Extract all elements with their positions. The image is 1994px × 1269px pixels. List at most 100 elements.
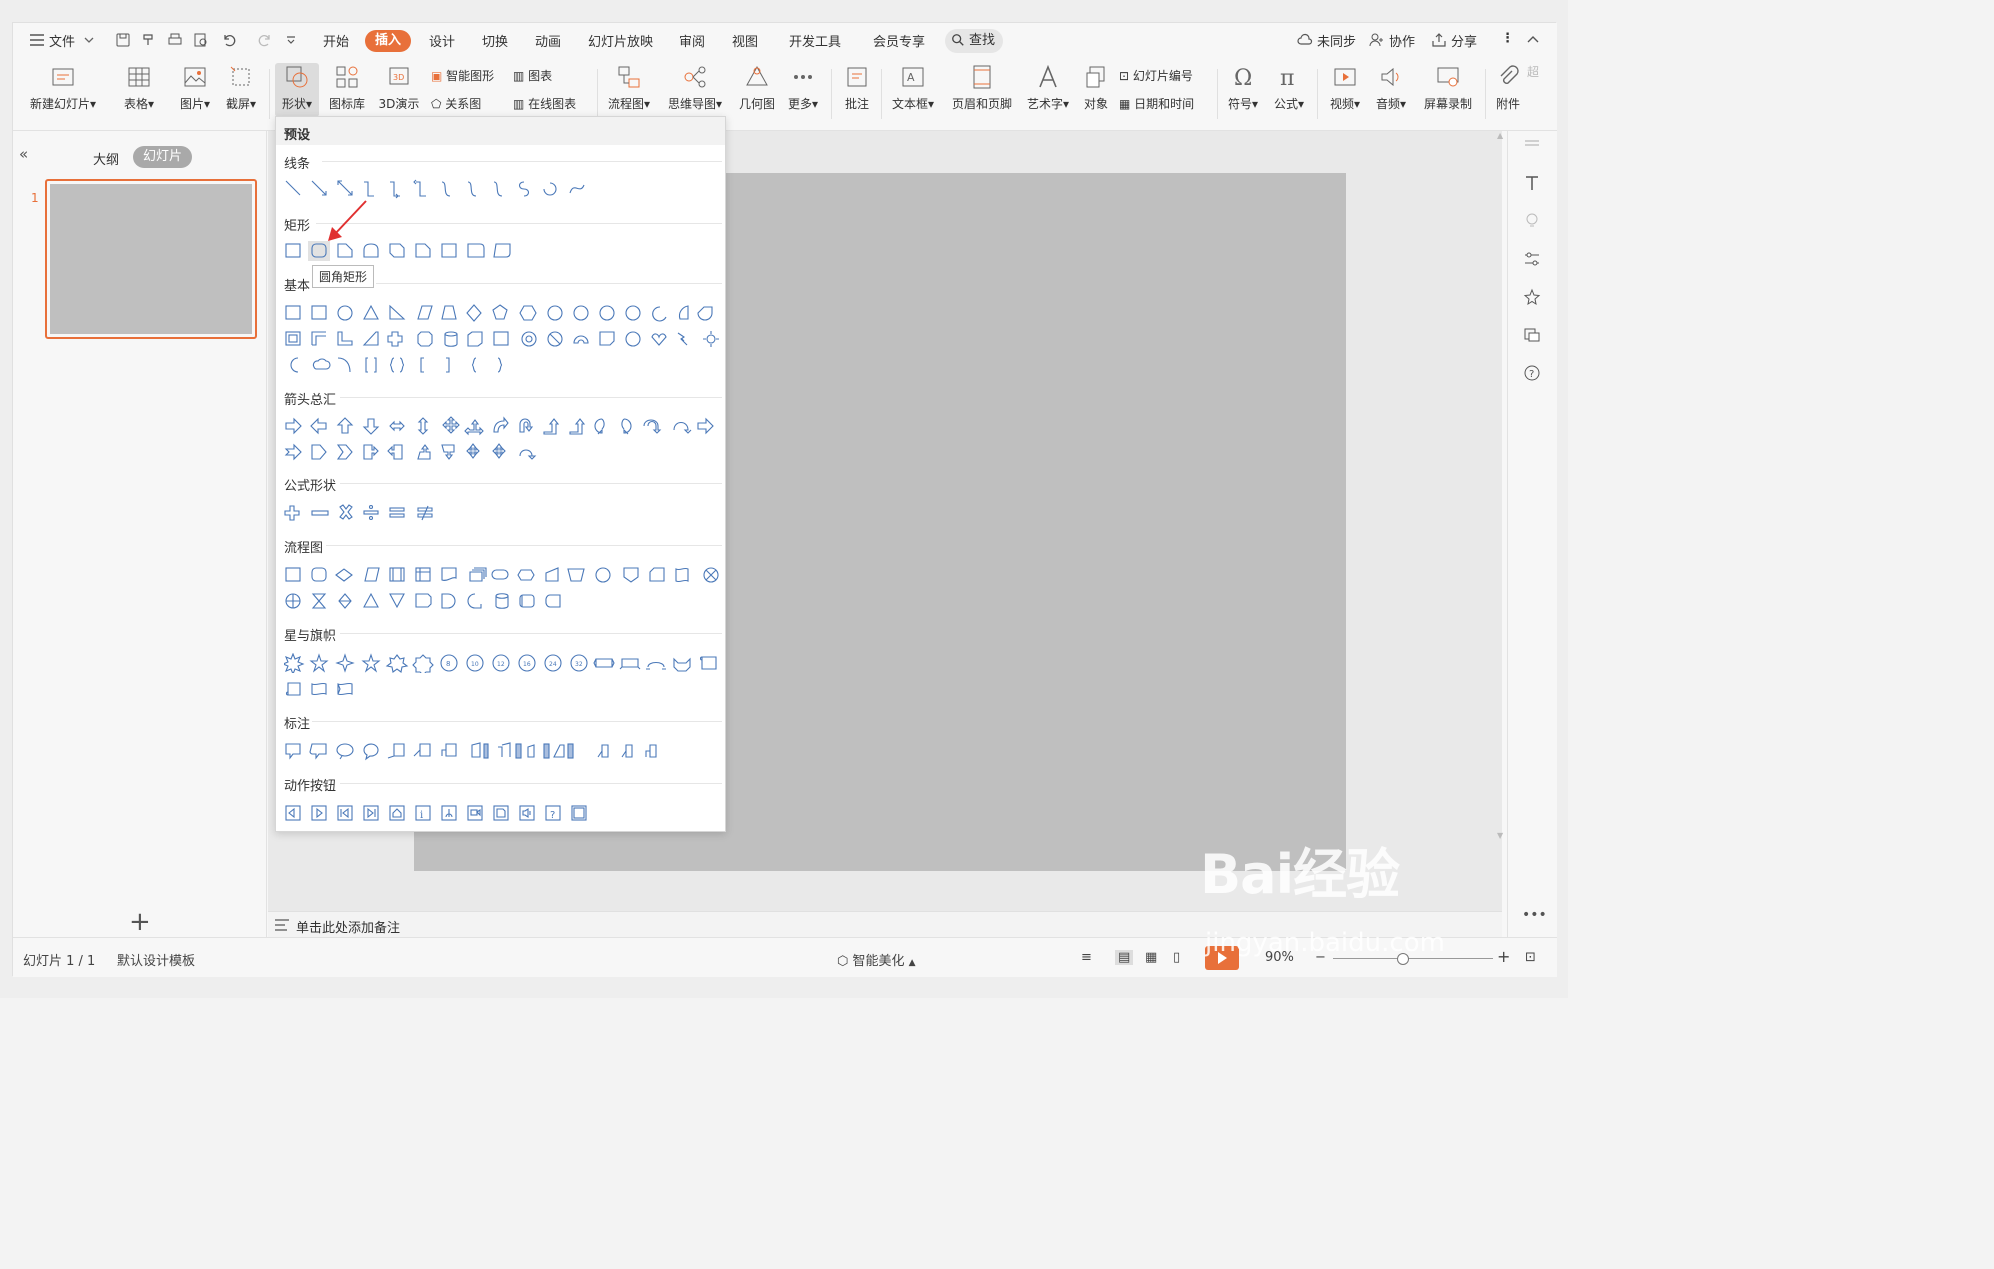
line-shapes-icon[interactable] xyxy=(284,179,604,199)
screenshot-button[interactable]: 截屏▾ xyxy=(219,63,263,112)
print-icon[interactable] xyxy=(167,32,183,48)
tab-review[interactable]: 审阅 xyxy=(679,31,705,50)
vertical-scrollbar[interactable]: ▲ ▼ xyxy=(1496,131,1506,891)
attachment-button[interactable]: 附件 xyxy=(1491,63,1525,112)
more-button[interactable]: 更多▾ xyxy=(783,63,823,112)
share-icon[interactable] xyxy=(1431,32,1447,48)
equation-shapes-icon[interactable] xyxy=(284,503,444,523)
callout-shapes-icon[interactable] xyxy=(284,741,704,761)
arrow-shapes-row1-icon[interactable] xyxy=(284,416,724,436)
rectangle-shapes-icon[interactable] xyxy=(284,241,524,261)
tab-animation[interactable]: 动画 xyxy=(535,31,561,50)
cloud-sync-icon[interactable] xyxy=(1297,32,1313,48)
sorter-view-icon[interactable]: ▦ xyxy=(1145,950,1157,965)
arrow-shapes-row2-icon[interactable] xyxy=(284,442,544,462)
text-style-icon[interactable] xyxy=(1522,173,1542,193)
share-button[interactable]: 分享 xyxy=(1451,31,1477,50)
search-button[interactable]: 查找 xyxy=(945,29,1004,53)
tab-design[interactable]: 设计 xyxy=(429,31,455,50)
textbox-button[interactable]: A 文本框▾ xyxy=(887,63,939,112)
add-slide-icon[interactable]: + xyxy=(129,907,151,937)
template-name[interactable]: 默认设计模板 xyxy=(117,950,195,969)
redo-icon[interactable] xyxy=(257,32,273,48)
save-icon[interactable] xyxy=(115,32,131,48)
star-shapes-row2-icon[interactable] xyxy=(284,679,364,699)
hamburger-icon[interactable] xyxy=(29,32,45,48)
tab-slides[interactable]: 幻灯片 xyxy=(133,146,193,168)
3d-demo-button[interactable]: 3D 3D演示 xyxy=(375,63,423,112)
chevron-down-icon[interactable] xyxy=(83,32,95,48)
print-preview-icon[interactable] xyxy=(193,32,209,48)
collab-icon[interactable] xyxy=(1369,32,1385,48)
basic-shapes-row3-icon[interactable] xyxy=(284,355,524,375)
undo-icon[interactable] xyxy=(221,32,237,48)
symbol-button[interactable]: Ω 符号▾ xyxy=(1223,63,1263,112)
new-slide-button[interactable]: 新建幻灯片▾ xyxy=(23,63,103,112)
online-chart-button[interactable]: ▥ 在线图表 xyxy=(513,95,576,112)
zoom-slider[interactable] xyxy=(1333,958,1493,959)
sliders-icon[interactable] xyxy=(1522,249,1542,269)
formula-button[interactable]: π 公式▾ xyxy=(1269,63,1309,112)
header-footer-button[interactable]: 页眉和页脚 xyxy=(947,63,1017,112)
tab-insert[interactable]: 插入 xyxy=(365,30,412,52)
audio-button[interactable]: 音频▾ xyxy=(1369,63,1413,112)
icon-library-button[interactable]: 图标库 xyxy=(325,63,369,112)
collapse-ribbon-icon[interactable] xyxy=(1525,32,1541,48)
basic-shapes-row2-icon[interactable] xyxy=(284,329,724,349)
slide-number-icon: ⊡ xyxy=(1119,69,1130,83)
screen-record-button[interactable]: 屏幕录制 xyxy=(1417,63,1479,112)
more-tools-icon[interactable]: ••• xyxy=(1522,907,1547,923)
wordart-label: 艺术字 xyxy=(1026,97,1063,111)
tab-member[interactable]: 会员专享 xyxy=(873,31,925,50)
format-painter-icon[interactable] xyxy=(141,32,157,48)
smart-art-button[interactable]: ▣ 智能图形 xyxy=(431,67,494,84)
collab-button[interactable]: 协作 xyxy=(1389,31,1415,50)
shape-button[interactable]: 形状▾ xyxy=(275,63,319,117)
fit-window-icon[interactable]: ⊡ xyxy=(1525,950,1536,965)
wordart-button[interactable]: 艺术字▾ xyxy=(1023,63,1073,112)
picture-button[interactable]: 图片▾ xyxy=(173,63,217,112)
svg-text:32: 32 xyxy=(575,661,583,668)
comment-icon xyxy=(847,67,867,87)
slide-thumbnail[interactable] xyxy=(45,179,257,339)
lightbulb-icon[interactable] xyxy=(1522,211,1542,231)
star-shapes-row1-icon[interactable]: 8 10 12 16 24 32 xyxy=(284,653,724,673)
star-animation-icon[interactable] xyxy=(1522,287,1542,307)
more-options-icon[interactable]: ⋮ xyxy=(1501,31,1514,46)
transition-icon[interactable] xyxy=(1522,325,1542,345)
notes-toggle-icon[interactable]: ≡ xyxy=(1081,950,1092,965)
table-icon xyxy=(128,67,150,87)
smart-beautify-button[interactable]: ⬡ 智能美化 ▲ xyxy=(837,950,916,969)
geometry-button[interactable]: 几何图 xyxy=(735,63,779,112)
table-button[interactable]: 表格▾ xyxy=(117,63,161,112)
sync-status[interactable]: 未同步 xyxy=(1317,31,1356,50)
tab-view[interactable]: 视图 xyxy=(732,31,758,50)
chart-button[interactable]: ▥ 图表 xyxy=(513,67,552,84)
mindmap-button[interactable]: 思维导图▾ xyxy=(663,63,727,112)
comment-button[interactable]: 批注 xyxy=(837,63,877,112)
video-button[interactable]: 视频▾ xyxy=(1323,63,1367,112)
relation-button[interactable]: ⬠ 关系图 xyxy=(431,95,481,112)
tab-start[interactable]: 开始 xyxy=(323,31,349,50)
file-menu[interactable]: 文件 xyxy=(49,31,75,50)
normal-view-icon[interactable]: ▤ xyxy=(1115,950,1134,965)
help-icon[interactable]: ? xyxy=(1522,363,1542,383)
zoom-in-icon[interactable]: + xyxy=(1497,947,1510,966)
datetime-button[interactable]: ▦ 日期和时间 xyxy=(1119,95,1194,112)
basic-shapes-row1-icon[interactable] xyxy=(284,303,724,323)
tab-outline[interactable]: 大纲 xyxy=(93,149,119,168)
tab-slideshow[interactable]: 幻灯片放映 xyxy=(588,31,653,50)
tab-transition[interactable]: 切换 xyxy=(482,31,508,50)
tab-developer[interactable]: 开发工具 xyxy=(789,31,841,50)
flowchart-button[interactable]: 流程图▾ xyxy=(603,63,655,112)
flowchart-shapes-row2-icon[interactable] xyxy=(284,591,584,611)
category-equation: 公式形状 xyxy=(284,479,337,494)
object-button[interactable]: 对象 xyxy=(1079,63,1113,112)
reading-view-icon[interactable]: ▯ xyxy=(1173,950,1180,965)
action-button-shapes-icon[interactable]: i ? xyxy=(284,803,604,823)
sidebar-menu-icon[interactable] xyxy=(1522,135,1542,155)
flowchart-shapes-row1-icon[interactable] xyxy=(284,565,724,585)
customize-toolbar-icon[interactable] xyxy=(285,32,297,48)
slide-number-button[interactable]: ⊡ 幻灯片编号 xyxy=(1119,67,1193,84)
paperclip-icon xyxy=(1500,65,1519,84)
